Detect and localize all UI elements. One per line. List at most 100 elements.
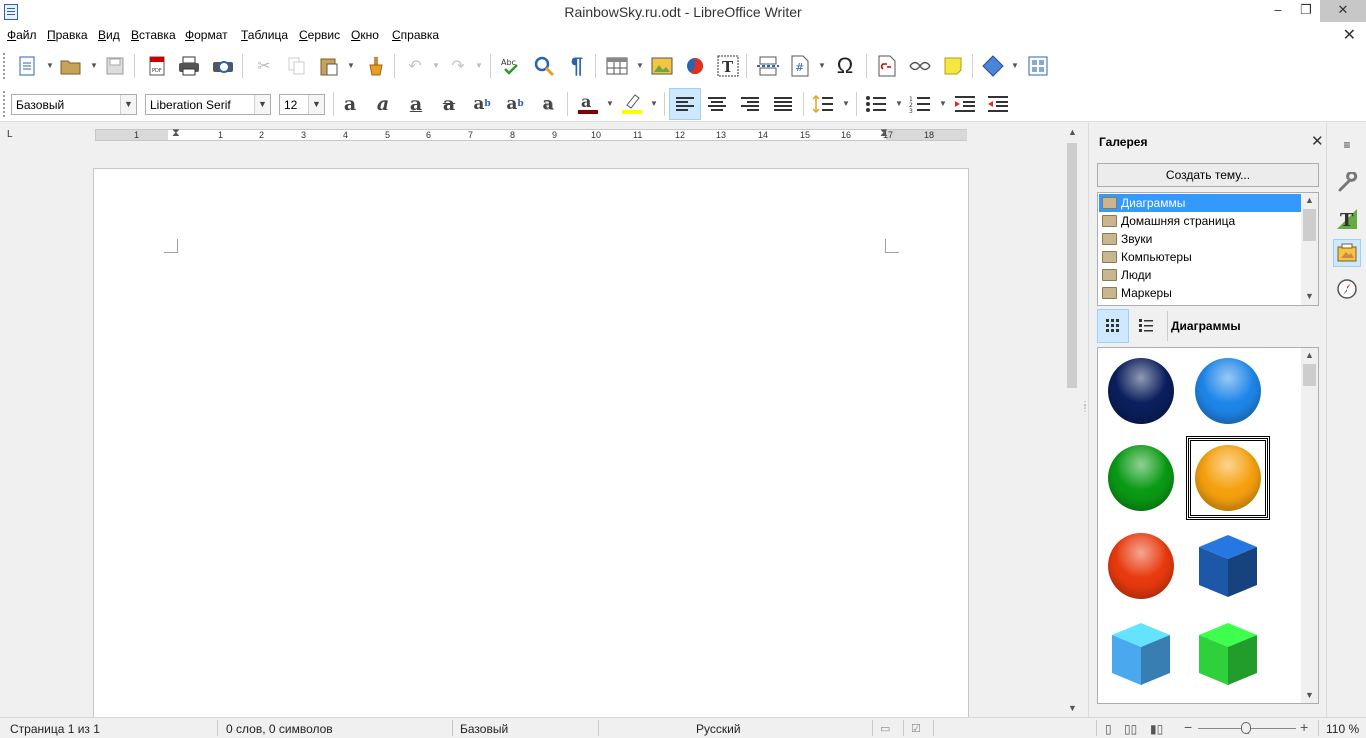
gallery-item-blue-ball[interactable] <box>1186 349 1270 433</box>
theme-item[interactable]: Компьютеры <box>1099 248 1302 266</box>
gallery-item-orange-ball[interactable] <box>1186 436 1270 520</box>
page-style[interactable]: Базовый <box>460 722 508 736</box>
insert-textbox-icon[interactable]: T <box>715 53 741 79</box>
window-close-button[interactable]: ✕ <box>1320 0 1366 22</box>
font-color-icon[interactable]: a <box>575 91 601 117</box>
clone-formatting-icon[interactable] <box>363 53 389 79</box>
print-icon[interactable] <box>176 53 202 79</box>
scroll-down-icon[interactable]: ▼ <box>1301 291 1318 301</box>
ruler-strip[interactable]: 1 1 2 3 4 5 6 7 8 9 10 11 12 13 14 15 16… <box>95 129 967 141</box>
left-indent-marker-icon[interactable]: ⧗ <box>172 127 180 140</box>
redo-dropdown-icon[interactable]: ▼ <box>475 61 483 70</box>
formatting-marks-icon[interactable]: ¶ <box>564 53 590 79</box>
bold-icon[interactable]: a <box>337 91 363 117</box>
align-left-icon[interactable] <box>669 88 701 120</box>
align-right-icon[interactable] <box>737 91 763 117</box>
chevron-down-icon[interactable]: ▼ <box>254 95 270 114</box>
toolbar-grip[interactable] <box>3 91 6 117</box>
highlight-color-icon[interactable] <box>619 91 645 117</box>
spelling-icon[interactable]: Abc <box>498 53 524 79</box>
sidebar-menu-icon[interactable]: ≡ <box>1333 131 1361 159</box>
font-color-dropdown-icon[interactable]: ▼ <box>606 99 614 108</box>
menu-view[interactable]: Вид <box>98 28 120 42</box>
bullet-dropdown-icon[interactable]: ▼ <box>895 99 903 108</box>
decrease-indent-icon[interactable] <box>985 91 1011 117</box>
strikethrough-icon[interactable]: a <box>436 91 462 117</box>
vertical-scrollbar[interactable]: ▲ ▼ <box>1064 123 1080 717</box>
horizontal-ruler[interactable]: L 1 1 2 3 4 5 6 7 8 9 10 11 12 13 14 15 … <box>0 123 1080 145</box>
single-page-view-icon[interactable]: ▯ <box>1105 722 1112 736</box>
zoom-in-icon[interactable]: + <box>1300 719 1308 735</box>
insert-hyperlink-icon[interactable] <box>874 53 900 79</box>
open-dropdown-icon[interactable]: ▼ <box>90 61 98 70</box>
cut-icon[interactable]: ✂ <box>251 53 277 79</box>
document-page[interactable] <box>93 168 969 717</box>
highlight-dropdown-icon[interactable]: ▼ <box>650 99 658 108</box>
gallery-items[interactable]: ▲ ▼ <box>1097 347 1319 704</box>
gallery-item-light-blue-cube[interactable] <box>1099 612 1183 696</box>
undo-dropdown-icon[interactable]: ▼ <box>432 61 440 70</box>
paste-icon[interactable] <box>316 53 342 79</box>
scroll-up-icon[interactable]: ▲ <box>1301 195 1318 205</box>
zoom-level[interactable]: 110 % <box>1326 722 1359 736</box>
gallery-item-dark-blue-ball[interactable] <box>1099 349 1183 433</box>
scroll-down-icon[interactable]: ▼ <box>1068 703 1077 713</box>
scroll-down-icon[interactable]: ▼ <box>1301 690 1318 700</box>
undo-icon[interactable]: ↶ <box>402 53 428 79</box>
scroll-up-icon[interactable]: ▲ <box>1068 127 1077 137</box>
scrollbar-thumb[interactable] <box>1303 209 1316 241</box>
text-language[interactable]: Русский <box>696 722 741 736</box>
tab-stop-type-icon[interactable]: L <box>7 129 13 140</box>
zoom-out-icon[interactable]: − <box>1184 719 1192 735</box>
scroll-up-icon[interactable]: ▲ <box>1301 350 1318 360</box>
font-size-combo[interactable]: 12 ▼ <box>279 94 325 115</box>
maximize-button[interactable]: ❐ <box>1292 0 1320 22</box>
font-name-combo[interactable]: Liberation Serif ▼ <box>145 94 271 115</box>
chevron-down-icon[interactable]: ▼ <box>120 95 136 114</box>
basic-shapes-icon[interactable] <box>980 53 1006 79</box>
scrollbar-thumb[interactable] <box>1067 143 1077 388</box>
draw-functions-icon[interactable] <box>1025 53 1051 79</box>
insert-mode-icon[interactable]: ▭ <box>880 722 890 735</box>
close-document-icon[interactable]: ✕ <box>1343 25 1356 45</box>
paste-dropdown-icon[interactable]: ▼ <box>347 61 355 70</box>
shapes-dropdown-icon[interactable]: ▼ <box>1011 61 1019 70</box>
theme-item[interactable]: Домашняя страница <box>1099 212 1302 230</box>
redo-icon[interactable]: ↷ <box>445 53 471 79</box>
insert-field-icon[interactable]: # <box>787 53 813 79</box>
shadow-icon[interactable]: a <box>535 91 561 117</box>
menu-insert[interactable]: Вставка <box>131 28 176 42</box>
superscript-icon[interactable]: ab <box>469 91 495 117</box>
open-folder-icon[interactable] <box>58 53 84 79</box>
insert-footnote-icon[interactable] <box>907 53 933 79</box>
copy-icon[interactable] <box>284 53 310 79</box>
table-dropdown-icon[interactable]: ▼ <box>636 61 644 70</box>
sidebar-splitter[interactable]: ⋮ ⋮ <box>1080 123 1089 717</box>
right-indent-marker-icon[interactable]: ⧗ <box>880 127 888 140</box>
numbered-dropdown-icon[interactable]: ▼ <box>939 99 947 108</box>
book-view-icon[interactable]: ▮▯ <box>1150 722 1163 736</box>
new-document-icon[interactable] <box>14 53 40 79</box>
line-spacing-dropdown-icon[interactable]: ▼ <box>842 99 850 108</box>
styles-tab-icon[interactable]: T <box>1333 205 1361 233</box>
properties-tab-icon[interactable] <box>1333 169 1361 197</box>
bullet-list-icon[interactable] <box>863 91 889 117</box>
insert-table-icon[interactable] <box>604 53 630 79</box>
increase-indent-icon[interactable] <box>952 91 978 117</box>
theme-item[interactable]: Диаграммы <box>1099 194 1302 212</box>
theme-item[interactable]: Маркеры <box>1099 284 1302 302</box>
menu-edit[interactable]: Правка <box>47 28 88 42</box>
icon-view-button[interactable] <box>1097 309 1129 343</box>
menu-tools[interactable]: Сервис <box>299 28 340 42</box>
theme-item[interactable]: Люди <box>1099 266 1302 284</box>
line-spacing-icon[interactable] <box>810 91 836 117</box>
justify-icon[interactable] <box>770 91 796 117</box>
document-modified-icon[interactable]: ☑ <box>911 722 921 735</box>
zoom-slider-thumb[interactable] <box>1241 722 1251 734</box>
theme-list-scrollbar[interactable]: ▲ ▼ <box>1301 193 1318 305</box>
underline-icon[interactable]: a <box>403 91 429 117</box>
minimize-button[interactable]: ‒ <box>1264 0 1292 22</box>
paragraph-style-combo[interactable]: Базовый ▼ <box>11 94 137 115</box>
align-center-icon[interactable] <box>704 91 730 117</box>
document-area[interactable] <box>0 145 1064 717</box>
